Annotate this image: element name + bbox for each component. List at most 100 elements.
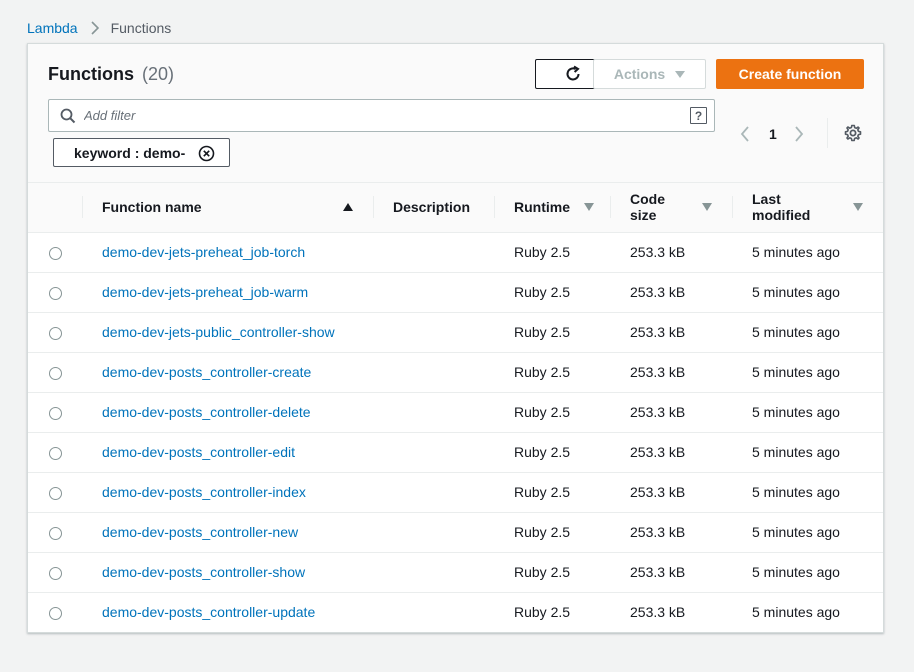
function-name-cell: demo-dev-posts_controller-show [82,552,373,593]
column-header-description: Description [373,183,494,233]
runtime-cell: Ruby 2.5 [514,604,571,621]
table-row[interactable]: demo-dev-posts_controller-update Ruby 2.… [28,592,883,632]
panel-header: Functions (20) Actions Create function A… [28,44,883,183]
description-cell [373,232,494,273]
function-name-link[interactable]: demo-dev-posts_controller-create [102,364,311,380]
function-count: (20) [142,64,175,84]
table-row[interactable]: demo-dev-jets-preheat_job-warm Ruby 2.5 … [28,272,883,313]
help-icon[interactable]: ? [690,107,707,124]
column-header-last-modified[interactable]: Last modified [732,183,883,233]
chevron-left-icon[interactable] [740,126,750,142]
filter-bar: ? [48,99,715,132]
table-row[interactable]: demo-dev-posts_controller-edit Ruby 2.5 … [28,432,883,473]
function-name-link[interactable]: demo-dev-posts_controller-edit [102,444,295,460]
runtime-cell: Ruby 2.5 [494,352,610,393]
row-select-cell [28,392,82,433]
actions-dropdown[interactable]: Actions [593,59,706,89]
code-size-cell: 253.3 kB [610,312,732,353]
function-name-link[interactable]: demo-dev-posts_controller-update [102,604,315,620]
function-name-cell: demo-dev-posts_controller-update [82,592,373,632]
runtime-cell: Ruby 2.5 [494,272,610,313]
table-row[interactable]: demo-dev-jets-public_controller-show Rub… [28,312,883,353]
function-name-cell: demo-dev-jets-public_controller-show [82,312,373,353]
search-icon [60,108,76,124]
chevron-right-icon[interactable] [794,126,804,142]
page-title: Functions (20) [48,64,174,85]
code-size-cell: 253.3 kB [610,512,732,553]
filter-token: keyword : demo- [53,138,230,167]
row-radio[interactable] [49,607,62,621]
row-select-cell [28,232,82,273]
column-header-function-name[interactable]: Function name [82,183,373,233]
function-name-link[interactable]: demo-dev-posts_controller-delete [102,404,311,420]
row-radio[interactable] [49,566,62,580]
column-header-label: Last modified [752,191,811,224]
last-modified-cell: 5 minutes ago [732,432,883,473]
page-title-text: Functions [48,64,134,84]
row-radio[interactable] [49,486,62,500]
function-name-cell: demo-dev-jets-preheat_job-torch [82,232,373,273]
breadcrumb: Lambda Functions [27,18,171,38]
code-size-cell: 253.3 kB [610,232,732,273]
row-select-cell [28,472,82,513]
filter-input[interactable] [84,108,664,123]
gear-icon[interactable] [844,124,862,142]
runtime-cell: Ruby 2.5 [494,432,610,473]
create-function-button[interactable]: Create function [716,59,864,89]
row-radio[interactable] [49,526,62,540]
table-row[interactable]: demo-dev-posts_controller-index Ruby 2.5… [28,472,883,513]
last-modified-cell: 5 minutes ago [732,392,883,433]
sort-caret-down-icon [702,203,712,212]
breadcrumb-lambda-link[interactable]: Lambda [27,20,78,36]
last-modified-cell: 5 minutes ago [732,472,883,513]
runtime-cell: Ruby 2.5 [494,392,610,433]
row-select-cell [28,512,82,553]
dismiss-token-icon[interactable] [198,145,215,162]
table-row[interactable]: demo-dev-jets-preheat_job-torch Ruby 2.5… [28,232,883,273]
page-number[interactable]: 1 [769,126,777,142]
last-modified-cell: 5 minutes ago [732,352,883,393]
function-name-link[interactable]: demo-dev-posts_controller-new [102,524,298,540]
runtime-cell: Ruby 2.5 [494,512,610,553]
row-radio[interactable] [49,326,62,340]
function-name-cell: demo-dev-posts_controller-new [82,512,373,553]
runtime-cell: Ruby 2.5 [494,312,610,353]
table-row[interactable]: demo-dev-posts_controller-delete Ruby 2.… [28,392,883,433]
function-name-link[interactable]: demo-dev-posts_controller-index [102,484,306,500]
table-row[interactable]: demo-dev-posts_controller-show Ruby 2.5 … [28,552,883,593]
function-name-link[interactable]: demo-dev-posts_controller-show [102,564,305,580]
description-cell [373,432,494,473]
sort-caret-down-icon [584,203,594,212]
runtime-cell: Ruby 2.5 [494,232,610,273]
row-radio[interactable] [49,406,62,420]
function-name-cell: demo-dev-posts_controller-delete [82,392,373,433]
code-size-cell: 253.3 kB [610,552,732,593]
table-row[interactable]: demo-dev-posts_controller-create Ruby 2.… [28,352,883,393]
description-cell [373,352,494,393]
row-radio[interactable] [49,446,62,460]
table-header-row: Function name Description Runtime Code s… [28,183,883,233]
code-size-cell: 253.3 kB [610,352,732,393]
column-header-code-size[interactable]: Code size [610,183,732,233]
code-size-cell: 253.3 kB [610,272,732,313]
row-radio[interactable] [49,286,62,300]
function-name-cell: demo-dev-posts_controller-edit [82,432,373,473]
column-header-label: Runtime [514,199,570,216]
last-modified-cell: 5 minutes ago [732,312,883,353]
row-radio[interactable] [49,366,62,380]
description-cell [373,312,494,353]
sort-ascending-icon [343,203,353,212]
row-radio[interactable] [49,246,62,260]
table-row[interactable]: demo-dev-posts_controller-new Ruby 2.5 2… [28,512,883,553]
function-name-cell: demo-dev-posts_controller-create [82,352,373,393]
function-name-link[interactable]: demo-dev-jets-preheat_job-warm [102,284,308,300]
function-name-link[interactable]: demo-dev-jets-preheat_job-torch [102,244,305,260]
last-modified-cell: 5 minutes ago [732,232,883,273]
code-size-cell: 253.3 kB [630,604,686,621]
function-name-link[interactable]: demo-dev-jets-public_controller-show [102,324,335,340]
row-select-cell [28,552,82,593]
column-header-runtime[interactable]: Runtime [494,183,610,233]
description-cell [373,552,494,593]
function-name-cell: demo-dev-posts_controller-index [82,472,373,513]
chevron-right-icon [91,21,99,35]
